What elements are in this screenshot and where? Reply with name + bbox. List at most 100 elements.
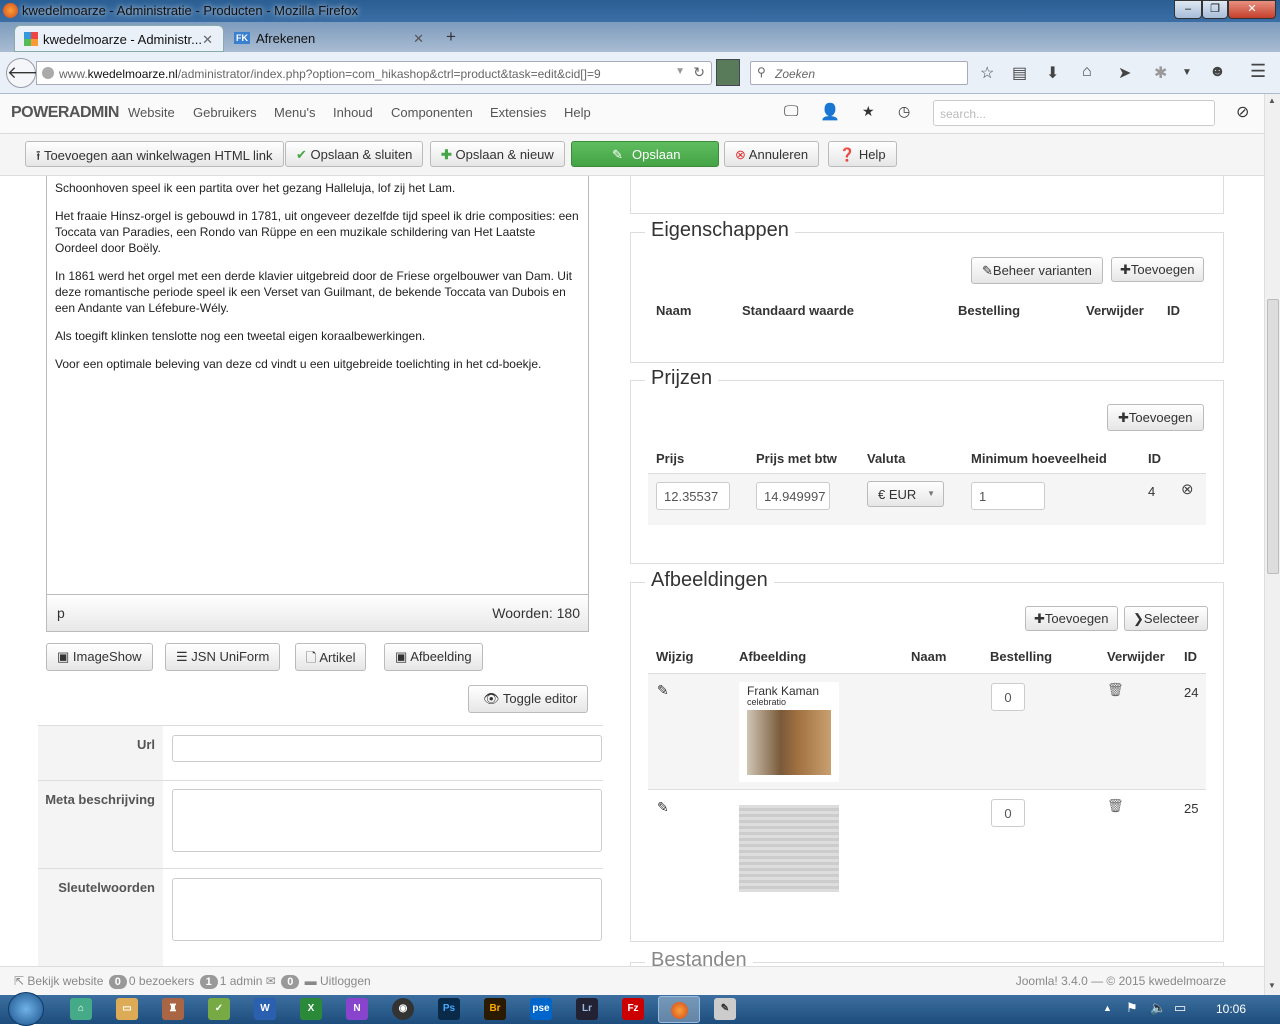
logout-link[interactable]: Uitloggen — [320, 974, 371, 988]
clock[interactable]: 10:06 — [1216, 1002, 1246, 1016]
order-input[interactable]: 0 — [991, 683, 1025, 711]
menu-inhoud[interactable]: Inhoud — [333, 105, 373, 120]
menu-website[interactable]: Website — [128, 105, 175, 120]
page-scrollbar[interactable]: ▲ ▼ — [1264, 94, 1280, 995]
plus-icon: ✚ — [1118, 410, 1129, 425]
url-input[interactable] — [172, 735, 602, 762]
download-icon[interactable]: ⬇ — [1046, 63, 1059, 83]
order-input[interactable]: 0 — [991, 799, 1025, 827]
taskbar-app-icon[interactable]: ✓ — [208, 998, 230, 1020]
lightroom-icon[interactable]: Lr — [576, 998, 598, 1020]
menu-gebruikers[interactable]: Gebruikers — [193, 105, 257, 120]
brand-logo[interactable]: POWERADMIN — [11, 104, 119, 122]
scroll-up-icon[interactable]: ▲ — [1268, 96, 1276, 105]
bookmark-star-icon[interactable]: ☆ — [980, 63, 994, 83]
trash-icon[interactable]: 🗑 — [1107, 798, 1124, 814]
remove-price-icon[interactable]: ⊗ — [1181, 480, 1194, 498]
new-tab-button[interactable]: + — [446, 27, 456, 47]
menu-componenten[interactable]: Componenten — [391, 105, 473, 120]
extension-icon[interactable] — [716, 59, 740, 86]
reload-icon[interactable]: ↻ — [693, 64, 705, 81]
scroll-down-icon[interactable]: ▼ — [1268, 981, 1276, 990]
price-input[interactable]: 12.35537 — [656, 482, 730, 510]
imageshow-button[interactable]: ▣ ImageShow — [46, 643, 153, 671]
afbeelding-button[interactable]: ▣ Afbeelding — [384, 643, 483, 671]
menu-menus[interactable]: Menu's — [274, 105, 316, 120]
price-vat-input[interactable]: 14.949997 — [756, 482, 830, 510]
save-button[interactable]: ✎ Opslaan — [571, 141, 719, 167]
help-button[interactable]: ❓ Help — [828, 141, 897, 167]
tab-bar: kwedelmoarze - Administr... ✕ FK Afreken… — [0, 22, 1280, 52]
restore-button[interactable]: ❐ — [1202, 0, 1228, 19]
home-icon[interactable]: ⌂ — [1082, 63, 1092, 81]
web-search-input[interactable]: ⚲ Zoeken — [750, 61, 968, 85]
taskbar-app-icon[interactable]: ✎ — [714, 998, 736, 1020]
artikel-button[interactable]: 🗋 Artikel — [295, 643, 367, 671]
editor-paragraph: Schoonhoven speel ik een partita over he… — [55, 181, 456, 195]
messages-badge[interactable]: 0 — [281, 975, 300, 989]
clock-icon[interactable]: ◷ — [898, 103, 910, 120]
keywords-input[interactable] — [172, 878, 602, 941]
save-new-button[interactable]: ✚ Opslaan & nieuw — [430, 141, 565, 167]
add-property-button[interactable]: ✚Toevoegen — [1111, 257, 1204, 282]
explorer-icon[interactable]: ▭ — [116, 998, 138, 1020]
menu-extensies[interactable]: Extensies — [490, 105, 546, 120]
close-tab-icon[interactable]: ✕ — [202, 32, 213, 48]
menu-dropdown-icon[interactable]: ▼ — [1182, 67, 1192, 78]
edit-pencil-icon[interactable]: ✎ — [657, 682, 669, 699]
trash-icon[interactable]: 🗑 — [1107, 682, 1124, 698]
taskbar-app-icon[interactable]: ◉ — [392, 998, 414, 1020]
filezilla-icon[interactable]: Fz — [622, 998, 644, 1020]
taskbar-app-icon[interactable]: ♜ — [162, 998, 184, 1020]
currency-select[interactable]: € EUR ▼ — [867, 481, 944, 507]
min-quantity-input[interactable]: 1 — [971, 482, 1045, 510]
excel-icon[interactable]: X — [300, 998, 322, 1020]
add-cart-link-button[interactable]: ⭱ Toevoegen aan winkelwagen HTML link — [25, 141, 284, 167]
photoshop-icon[interactable]: Ps — [438, 998, 460, 1020]
flag-icon[interactable]: ⚑ — [1126, 1000, 1138, 1016]
edit-pencil-icon[interactable]: ✎ — [657, 799, 669, 816]
tray-expand-icon[interactable]: ▲ — [1103, 1003, 1112, 1013]
send-icon[interactable]: ➤ — [1118, 63, 1131, 83]
url-bar[interactable]: www.kwedelmoarze.nl/administrator/index.… — [36, 61, 712, 85]
description-editor[interactable]: Schoonhoven speel ik een partita over he… — [46, 176, 589, 632]
minimize-button[interactable]: – — [1174, 0, 1202, 19]
manage-variants-button[interactable]: ✎Beheer varianten — [971, 257, 1103, 284]
start-button[interactable] — [8, 992, 44, 1026]
scrollbar-thumb[interactable] — [1267, 299, 1279, 574]
monitor-icon[interactable]: 🖵 — [784, 103, 798, 120]
close-tab-icon[interactable]: ✕ — [413, 31, 424, 47]
volume-icon[interactable]: 🔈 — [1150, 1000, 1166, 1016]
save-close-button[interactable]: ✔ Opslaan & sluiten — [285, 141, 424, 167]
admin-search-input[interactable]: search... — [933, 100, 1215, 126]
toggle-editor-button[interactable]: 👁 Toggle editor — [468, 685, 589, 713]
pse-icon[interactable]: pse — [530, 998, 552, 1020]
firefox-taskbar-button[interactable] — [658, 996, 700, 1023]
onenote-icon[interactable]: N — [346, 998, 368, 1020]
user-icon[interactable]: 👤 — [820, 102, 840, 122]
close-window-button[interactable]: ✕ — [1228, 0, 1276, 19]
back-button[interactable]: 🡐 — [6, 58, 53, 88]
select-image-button[interactable]: ❯Selecteer — [1124, 606, 1208, 631]
meta-description-input[interactable] — [172, 789, 602, 852]
hamburger-menu-icon[interactable]: ☰ — [1250, 61, 1266, 82]
dropdown-icon[interactable]: ▼ — [675, 66, 685, 77]
add-image-button[interactable]: ✚Toevoegen — [1025, 606, 1118, 631]
taskbar-app-icon[interactable]: ⌂ — [70, 998, 92, 1020]
tab-admin[interactable]: kwedelmoarze - Administr... ✕ — [14, 25, 224, 52]
tab-afrekenen[interactable]: FK Afrekenen ✕ — [228, 25, 434, 52]
favorites-star-icon[interactable]: ★ — [862, 103, 875, 120]
chat-icon[interactable]: ☻ — [1209, 63, 1226, 81]
bug-icon[interactable]: ✱ — [1154, 63, 1167, 83]
status-icon[interactable]: ⊘ — [1236, 102, 1249, 122]
jsn-uniform-button[interactable]: ☰ JSN UniForm — [165, 643, 281, 671]
cancel-button[interactable]: ⊗ Annuleren — [724, 141, 820, 167]
bridge-icon[interactable]: Br — [484, 998, 506, 1020]
network-icon[interactable]: ▭ — [1174, 1000, 1186, 1016]
button-label: Beheer varianten — [992, 263, 1092, 278]
menu-help[interactable]: Help — [564, 105, 591, 120]
bookmarks-list-icon[interactable]: ▤ — [1012, 63, 1027, 83]
add-price-button[interactable]: ✚Toevoegen — [1107, 404, 1204, 431]
word-icon[interactable]: W — [254, 998, 276, 1020]
view-site-link[interactable]: Bekijk website — [27, 974, 103, 988]
